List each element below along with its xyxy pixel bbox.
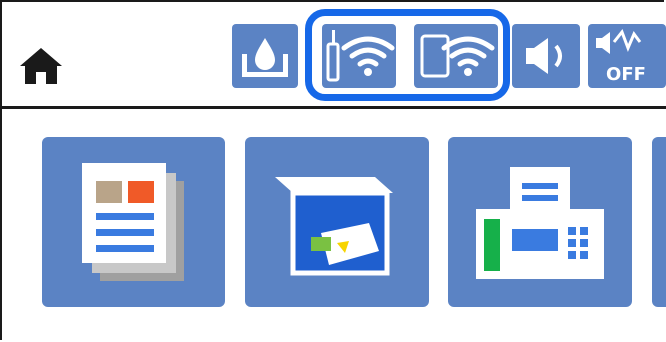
fax-icon: [476, 167, 604, 279]
wifi-status-button[interactable]: [322, 24, 396, 88]
home-icon: [20, 48, 62, 84]
ink-level-icon: [232, 24, 298, 88]
volume-icon: [512, 24, 580, 88]
ink-status-button[interactable]: [232, 24, 298, 88]
quiet-mode-off-icon: OFF: [588, 24, 666, 88]
scan-icon: [275, 177, 393, 276]
home-button[interactable]: [18, 46, 82, 86]
header-divider: [0, 106, 666, 109]
wifi-direct-icon: [414, 24, 498, 88]
wifi-direct-status-button[interactable]: [414, 24, 498, 88]
scan-tile[interactable]: [245, 137, 429, 307]
status-bar: OFF: [0, 0, 666, 106]
volume-status-button[interactable]: [512, 24, 580, 88]
copy-icon: [82, 163, 184, 281]
copy-tile[interactable]: [42, 137, 225, 307]
more-tile[interactable]: [652, 137, 666, 307]
wifi-connection-icon: [322, 24, 396, 88]
quiet-mode-off-label: OFF: [606, 64, 646, 85]
quiet-mode-status-button[interactable]: OFF: [588, 24, 666, 88]
fax-tile[interactable]: [448, 137, 632, 307]
